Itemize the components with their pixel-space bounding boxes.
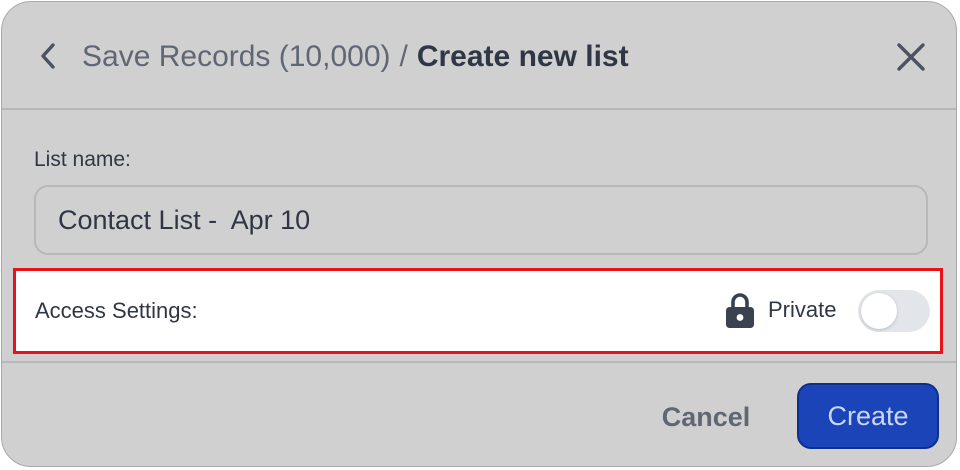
lock-icon xyxy=(726,293,754,328)
breadcrumb-parent[interactable]: Save Records (10,000) xyxy=(82,40,391,74)
breadcrumb: Save Records (10,000) / Create new list xyxy=(82,38,629,76)
create-button[interactable]: Create xyxy=(797,383,939,449)
access-settings-row: Access Settings: Private xyxy=(13,268,943,354)
list-name-label: List name: xyxy=(34,148,131,171)
create-list-dialog: Save Records (10,000) / Create new list … xyxy=(1,1,957,467)
close-icon xyxy=(897,43,925,71)
access-settings-label: Access Settings: xyxy=(35,298,198,323)
back-button[interactable] xyxy=(32,38,64,74)
private-toggle[interactable] xyxy=(858,290,930,332)
chevron-left-icon xyxy=(41,43,55,69)
footer-divider xyxy=(2,361,956,363)
toggle-knob xyxy=(861,293,897,329)
private-label: Private xyxy=(768,297,837,322)
close-button[interactable] xyxy=(894,40,928,74)
dialog-title: Create new list xyxy=(416,40,629,73)
cancel-button[interactable]: Cancel xyxy=(642,386,770,448)
list-name-input[interactable] xyxy=(34,185,928,255)
breadcrumb-separator: / xyxy=(399,40,408,73)
dialog-header: Save Records (10,000) / Create new list xyxy=(2,2,956,110)
